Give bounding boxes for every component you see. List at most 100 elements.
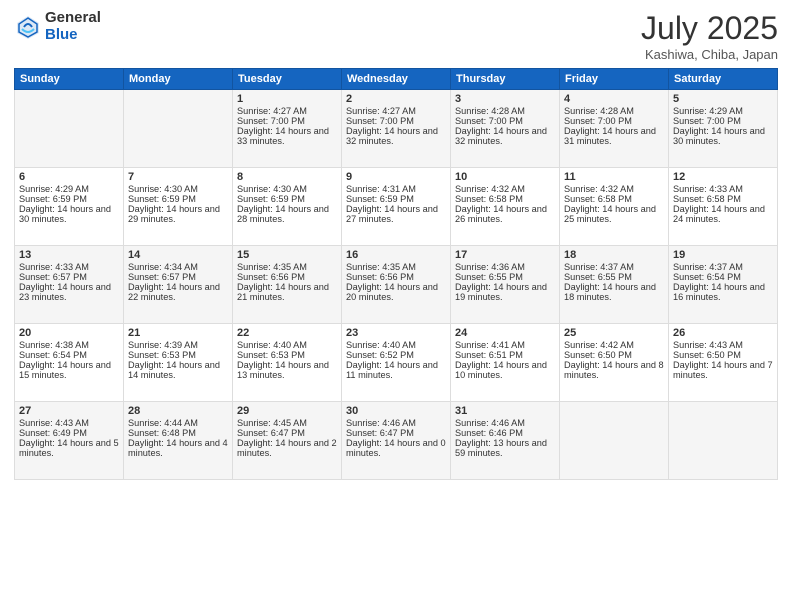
sunrise-text: Sunrise: 4:35 AM: [237, 262, 307, 272]
day-number: 19: [673, 249, 773, 261]
sunset-text: Sunset: 7:00 PM: [564, 116, 632, 126]
cell-w1-d1: [15, 90, 124, 168]
sunset-text: Sunset: 6:59 PM: [237, 194, 305, 204]
sunset-text: Sunset: 6:59 PM: [19, 194, 87, 204]
day-number: 26: [673, 327, 773, 339]
daylight-text: Daylight: 14 hours and 13 minutes.: [237, 360, 329, 380]
day-number: 16: [346, 249, 446, 261]
sunset-text: Sunset: 6:50 PM: [673, 350, 741, 360]
daylight-text: Daylight: 14 hours and 5 minutes.: [19, 438, 119, 458]
day-number: 4: [564, 93, 664, 105]
sunset-text: Sunset: 6:56 PM: [346, 272, 414, 282]
day-number: 9: [346, 171, 446, 183]
cell-w3-d4: 16Sunrise: 4:35 AMSunset: 6:56 PMDayligh…: [342, 246, 451, 324]
sunset-text: Sunset: 6:58 PM: [673, 194, 741, 204]
sunrise-text: Sunrise: 4:34 AM: [128, 262, 198, 272]
sunrise-text: Sunrise: 4:29 AM: [673, 106, 743, 116]
day-number: 27: [19, 405, 119, 417]
logo-general: General: [45, 10, 101, 27]
sunset-text: Sunset: 6:49 PM: [19, 428, 87, 438]
sunset-text: Sunset: 7:00 PM: [346, 116, 414, 126]
sunset-text: Sunset: 6:57 PM: [128, 272, 196, 282]
day-number: 11: [564, 171, 664, 183]
day-number: 25: [564, 327, 664, 339]
sunrise-text: Sunrise: 4:46 AM: [455, 418, 525, 428]
sunrise-text: Sunrise: 4:43 AM: [19, 418, 89, 428]
day-number: 3: [455, 93, 555, 105]
cell-w4-d2: 21Sunrise: 4:39 AMSunset: 6:53 PMDayligh…: [124, 324, 233, 402]
day-number: 1: [237, 93, 337, 105]
cell-w5-d6: [560, 402, 669, 480]
day-number: 13: [19, 249, 119, 261]
page-header: General Blue July 2025 Kashiwa, Chiba, J…: [14, 10, 778, 62]
sunset-text: Sunset: 6:47 PM: [346, 428, 414, 438]
sunrise-text: Sunrise: 4:40 AM: [346, 340, 416, 350]
col-saturday: Saturday: [669, 69, 778, 90]
sunrise-text: Sunrise: 4:40 AM: [237, 340, 307, 350]
sunrise-text: Sunrise: 4:28 AM: [564, 106, 634, 116]
sunset-text: Sunset: 6:51 PM: [455, 350, 523, 360]
daylight-text: Daylight: 14 hours and 21 minutes.: [237, 282, 329, 302]
day-number: 8: [237, 171, 337, 183]
daylight-text: Daylight: 14 hours and 25 minutes.: [564, 204, 656, 224]
cell-w4-d4: 23Sunrise: 4:40 AMSunset: 6:52 PMDayligh…: [342, 324, 451, 402]
cell-w4-d7: 26Sunrise: 4:43 AMSunset: 6:50 PMDayligh…: [669, 324, 778, 402]
day-number: 20: [19, 327, 119, 339]
cell-w2-d4: 9Sunrise: 4:31 AMSunset: 6:59 PMDaylight…: [342, 168, 451, 246]
sunset-text: Sunset: 6:59 PM: [346, 194, 414, 204]
cell-w3-d3: 15Sunrise: 4:35 AMSunset: 6:56 PMDayligh…: [233, 246, 342, 324]
cell-w2-d1: 6Sunrise: 4:29 AMSunset: 6:59 PMDaylight…: [15, 168, 124, 246]
cell-w1-d3: 1Sunrise: 4:27 AMSunset: 7:00 PMDaylight…: [233, 90, 342, 168]
day-number: 6: [19, 171, 119, 183]
sunset-text: Sunset: 6:58 PM: [455, 194, 523, 204]
sunrise-text: Sunrise: 4:31 AM: [346, 184, 416, 194]
sunset-text: Sunset: 6:53 PM: [128, 350, 196, 360]
cell-w2-d5: 10Sunrise: 4:32 AMSunset: 6:58 PMDayligh…: [451, 168, 560, 246]
col-tuesday: Tuesday: [233, 69, 342, 90]
day-number: 12: [673, 171, 773, 183]
day-number: 30: [346, 405, 446, 417]
daylight-text: Daylight: 14 hours and 31 minutes.: [564, 126, 656, 146]
day-number: 14: [128, 249, 228, 261]
daylight-text: Daylight: 14 hours and 29 minutes.: [128, 204, 220, 224]
cell-w5-d1: 27Sunrise: 4:43 AMSunset: 6:49 PMDayligh…: [15, 402, 124, 480]
day-number: 2: [346, 93, 446, 105]
day-number: 29: [237, 405, 337, 417]
week-row-3: 13Sunrise: 4:33 AMSunset: 6:57 PMDayligh…: [15, 246, 778, 324]
day-number: 21: [128, 327, 228, 339]
daylight-text: Daylight: 14 hours and 24 minutes.: [673, 204, 765, 224]
cell-w5-d7: [669, 402, 778, 480]
sunrise-text: Sunrise: 4:33 AM: [19, 262, 89, 272]
day-number: 22: [237, 327, 337, 339]
daylight-text: Daylight: 14 hours and 4 minutes.: [128, 438, 228, 458]
sunset-text: Sunset: 6:46 PM: [455, 428, 523, 438]
cell-w1-d6: 4Sunrise: 4:28 AMSunset: 7:00 PMDaylight…: [560, 90, 669, 168]
sunrise-text: Sunrise: 4:28 AM: [455, 106, 525, 116]
sunrise-text: Sunrise: 4:41 AM: [455, 340, 525, 350]
sunrise-text: Sunrise: 4:27 AM: [237, 106, 307, 116]
sunset-text: Sunset: 6:52 PM: [346, 350, 414, 360]
cell-w4-d5: 24Sunrise: 4:41 AMSunset: 6:51 PMDayligh…: [451, 324, 560, 402]
daylight-text: Daylight: 14 hours and 2 minutes.: [237, 438, 337, 458]
daylight-text: Daylight: 14 hours and 15 minutes.: [19, 360, 111, 380]
daylight-text: Daylight: 14 hours and 22 minutes.: [128, 282, 220, 302]
day-number: 15: [237, 249, 337, 261]
sunset-text: Sunset: 6:48 PM: [128, 428, 196, 438]
sunset-text: Sunset: 6:58 PM: [564, 194, 632, 204]
col-monday: Monday: [124, 69, 233, 90]
day-number: 23: [346, 327, 446, 339]
sunrise-text: Sunrise: 4:39 AM: [128, 340, 198, 350]
col-friday: Friday: [560, 69, 669, 90]
calendar: Sunday Monday Tuesday Wednesday Thursday…: [14, 68, 778, 480]
logo-icon: [14, 13, 42, 41]
daylight-text: Daylight: 14 hours and 30 minutes.: [19, 204, 111, 224]
daylight-text: Daylight: 14 hours and 11 minutes.: [346, 360, 438, 380]
sunset-text: Sunset: 6:54 PM: [673, 272, 741, 282]
cell-w2-d6: 11Sunrise: 4:32 AMSunset: 6:58 PMDayligh…: [560, 168, 669, 246]
sunrise-text: Sunrise: 4:29 AM: [19, 184, 89, 194]
day-number: 18: [564, 249, 664, 261]
cell-w2-d3: 8Sunrise: 4:30 AMSunset: 6:59 PMDaylight…: [233, 168, 342, 246]
cell-w3-d7: 19Sunrise: 4:37 AMSunset: 6:54 PMDayligh…: [669, 246, 778, 324]
col-sunday: Sunday: [15, 69, 124, 90]
day-number: 10: [455, 171, 555, 183]
